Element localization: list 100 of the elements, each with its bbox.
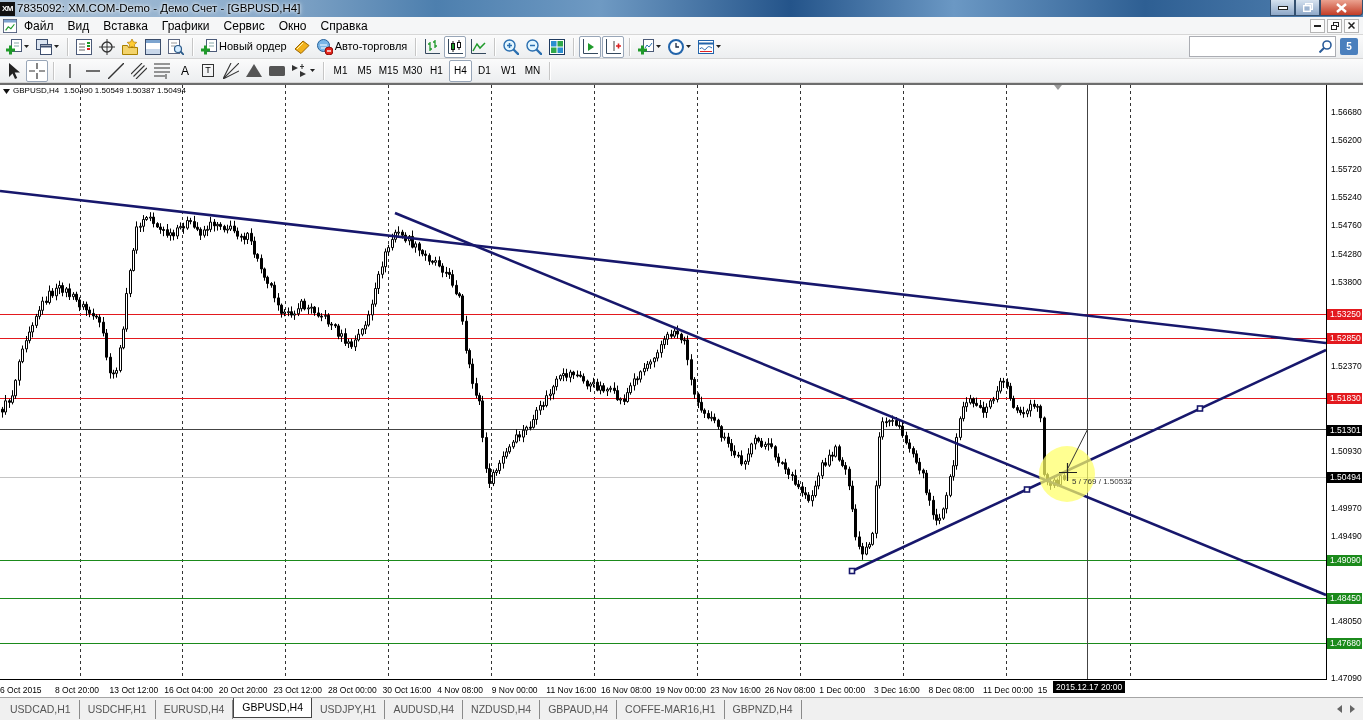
caret-icon	[716, 45, 722, 48]
line-handle[interactable]	[848, 567, 856, 575]
bid-price-label: 1.50494	[1327, 472, 1362, 483]
magnifier-document-icon	[168, 38, 184, 55]
circle-stop-icon	[316, 38, 333, 55]
timeframe-button[interactable]: M1	[329, 59, 352, 82]
scroll-left-icon[interactable]	[1337, 704, 1342, 713]
restore-button[interactable]	[1295, 0, 1320, 16]
text-label-button[interactable]: T	[197, 59, 219, 82]
panel-window-icon	[145, 38, 161, 55]
chart-tab[interactable]: GBPNZD,H4	[724, 700, 802, 719]
menu-item[interactable]: Сервис	[216, 17, 272, 34]
measure-line	[1067, 429, 1088, 469]
tiles-icon	[549, 38, 566, 55]
price-label: 1.54760	[1331, 219, 1362, 232]
timeframe-button[interactable]: H1	[425, 59, 448, 82]
time-label: 15	[1037, 685, 1048, 695]
line-handle[interactable]	[1196, 405, 1204, 412]
rectangle-icon	[269, 65, 285, 76]
fan-lines-icon	[223, 62, 239, 79]
cursor-highlight	[1039, 446, 1095, 502]
price-label: 1.47090	[1331, 672, 1362, 684]
candlestick-icon	[447, 38, 464, 55]
timeframe-button[interactable]: MN	[521, 59, 544, 82]
chart-restore-button[interactable]	[1327, 18, 1342, 33]
menu-item[interactable]: Окно	[271, 17, 314, 34]
chart-shift-button[interactable]	[602, 35, 625, 58]
chart-tab[interactable]: GBPAUD,H4	[540, 700, 618, 719]
close-icon	[1336, 2, 1347, 13]
menu-item[interactable]: Вставка	[96, 17, 155, 34]
time-label: 3 Dec 16:00	[873, 685, 920, 695]
close-icon	[1348, 22, 1355, 29]
timeframe-button[interactable]: H4	[449, 59, 472, 82]
ingot-icon	[293, 38, 310, 55]
menu-item[interactable]: Графики	[154, 17, 217, 34]
menu-item[interactable]: Файл	[17, 17, 61, 34]
menu-item[interactable]: Справка	[313, 17, 375, 34]
symbol-info: GBPUSD,H4 1.50490 1.50549 1.50387 1.50494	[13, 86, 187, 96]
level-price-label: 1.51830	[1327, 393, 1362, 404]
time-label: 4 Nov 08:00	[437, 685, 483, 695]
chart-close-button[interactable]	[1344, 18, 1359, 33]
time-label: 8 Dec 08:00	[928, 685, 975, 695]
caret-icon	[686, 45, 692, 48]
level-price-label: 1.48450	[1327, 593, 1362, 604]
timeframe-button[interactable]: D1	[473, 59, 496, 82]
time-label: 11 Dec 00:00	[983, 685, 1034, 695]
candlestick-chart-button[interactable]	[444, 35, 467, 58]
time-label: 11 Nov 16:00	[546, 685, 597, 695]
timeframe-button[interactable]: W1	[497, 59, 520, 82]
window-title: 7835092: XM.COM-Demo - Демо Счет - [GBPUSD,H4]	[17, 1, 301, 16]
chart-tab[interactable]: USDJPY,H1	[312, 700, 386, 719]
price-label: 1.49490	[1331, 530, 1362, 543]
close-button[interactable]	[1320, 0, 1363, 16]
trend-line[interactable]	[0, 189, 1327, 345]
time-label: 8 Oct 20:00	[55, 685, 99, 695]
chart-tab[interactable]: USDCAD,H1	[2, 700, 80, 719]
time-label: 20 Oct 20:00	[218, 685, 268, 695]
trend-line[interactable]	[394, 211, 1327, 597]
search-icon[interactable]	[1319, 40, 1332, 53]
caret-icon	[24, 45, 29, 48]
ohlc-bars-icon	[424, 38, 441, 55]
crosshair-readout: 5 / 769 / 1.50532	[1072, 477, 1133, 486]
new-order-button[interactable]: Новый ордер	[198, 35, 290, 58]
level-price-label: 1.53250	[1327, 309, 1362, 320]
search-field[interactable]	[1189, 36, 1336, 57]
level-price-label: 1.52850	[1327, 333, 1362, 344]
price-label: 1.55240	[1331, 191, 1362, 203]
level-lines-icon	[154, 62, 170, 79]
price-label: 1.50930	[1331, 445, 1362, 458]
line-handle[interactable]	[1023, 486, 1031, 493]
timeframe-button[interactable]: M15	[377, 59, 400, 82]
dropdown-triangle-icon[interactable]	[3, 88, 10, 94]
timeframe-button[interactable]: M30	[401, 59, 424, 82]
messages-badge[interactable]: 5	[1340, 38, 1358, 55]
chart-document-icon[interactable]	[3, 18, 17, 33]
auto-trading-button[interactable]: Авто-торговля	[313, 35, 411, 58]
menu-item[interactable]: Вид	[60, 17, 97, 34]
scroll-right-icon[interactable]	[1350, 704, 1355, 713]
text-button[interactable]: A	[174, 59, 196, 82]
crosshair-button[interactable]	[26, 59, 48, 82]
chart-tab[interactable]: COFFE-MAR16,H1	[617, 700, 725, 719]
shift-axis-icon	[605, 38, 622, 55]
restore-icon	[1302, 3, 1313, 12]
triangle-icon	[246, 62, 262, 79]
chart-tab[interactable]: AUDUSD,H4	[385, 700, 464, 719]
timeframe-button[interactable]: M5	[353, 59, 376, 82]
auto-scroll-button[interactable]	[579, 35, 602, 58]
time-label: 6 Oct 2015	[0, 685, 42, 695]
crosshair-cursor-icon	[1058, 462, 1078, 482]
time-label: 23 Oct 12:00	[273, 685, 323, 695]
time-label: 13 Oct 12:00	[109, 685, 159, 695]
time-label: 28 Oct 00:00	[327, 685, 377, 695]
chart-tab[interactable]: NZDUSD,H4	[463, 700, 541, 719]
minimize-button[interactable]	[1270, 0, 1295, 16]
star-folder-icon	[122, 38, 138, 55]
price-label: 1.55720	[1331, 162, 1362, 175]
chart-tab[interactable]: GBPUSD,H4	[233, 698, 312, 718]
time-label: 9 Nov 00:00	[491, 685, 538, 695]
chart-minimize-button[interactable]	[1310, 18, 1325, 33]
chart-tab[interactable]: USDCHF,H1	[79, 700, 156, 719]
